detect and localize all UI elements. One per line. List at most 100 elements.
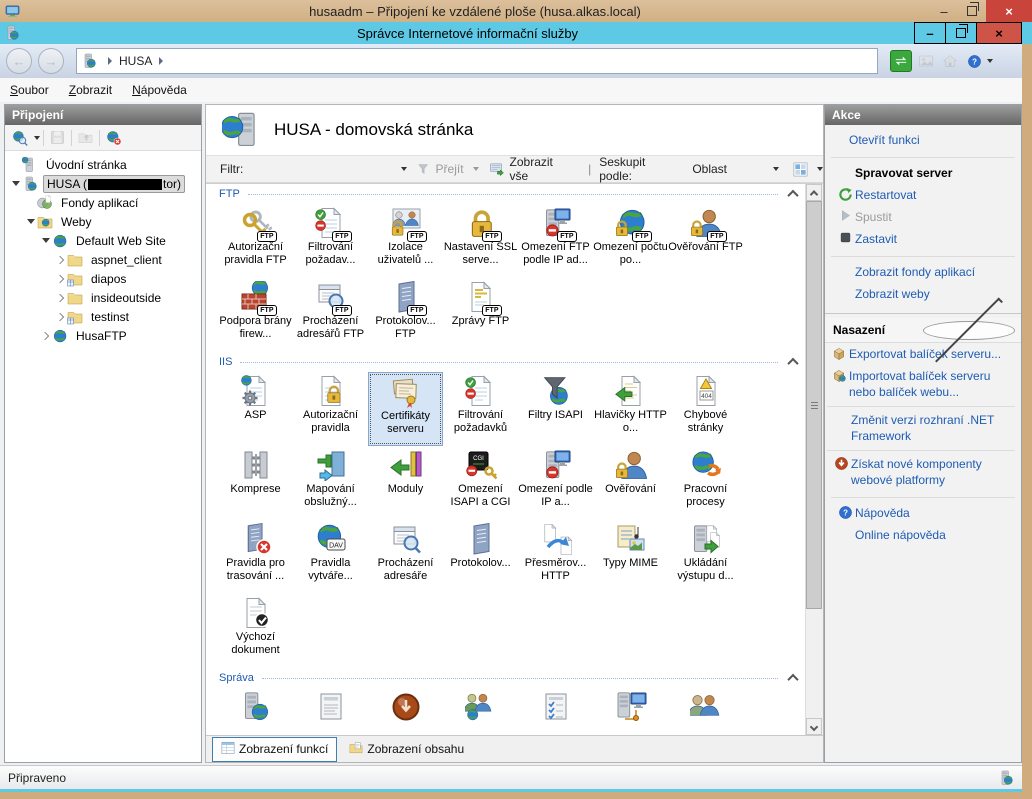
action-zobrazit-fondy-aplikac[interactable]: Zobrazit fondy aplikací	[831, 261, 1015, 283]
scroll-up-button[interactable]	[806, 184, 822, 201]
action-zastavit[interactable]: Zastavit	[831, 228, 1015, 250]
feature-chybov-str-nky[interactable]: 404Chybové stránky	[668, 372, 743, 446]
scrollbar-thumb[interactable]	[806, 201, 822, 609]
feature-servernet[interactable]	[593, 688, 668, 735]
breadcrumb[interactable]: HUSA	[76, 48, 878, 74]
tree-expander-icon[interactable]	[9, 174, 22, 193]
tree-item-weby[interactable]: Weby	[5, 212, 201, 231]
feature-checklist[interactable]	[518, 688, 593, 735]
menu-zobrazit[interactable]: Zobrazit	[59, 80, 122, 100]
feature-docplain[interactable]	[293, 688, 368, 735]
action-z-skat-nov-komponenty-webov-platformy[interactable]: Získat nové komponenty webové platformy	[827, 450, 1015, 491]
tree-expander-icon[interactable]	[54, 288, 67, 307]
back-button[interactable]: ←	[6, 48, 32, 74]
tree-item-testinst[interactable]: testinst	[5, 307, 201, 326]
show-all-button[interactable]: Zobrazit vše	[510, 155, 575, 183]
tree-item-vodn-str-nka[interactable]: Úvodní stránka	[5, 155, 201, 174]
app-minimize-button[interactable]: –	[914, 22, 946, 44]
section-collapse-button[interactable]	[923, 321, 1015, 340]
action-importovat-bal-ek-serveru-nebo-bal-ek-webu[interactable]: Importovat balíček serveru nebo balíček …	[825, 365, 1021, 403]
forward-button[interactable]: →	[38, 48, 64, 74]
create-connection-button[interactable]	[9, 128, 31, 148]
feature-autoriza-n-pravidla-ftp[interactable]: FTPAutorizační pravidla FTP	[218, 204, 293, 278]
breadcrumb-node[interactable]: HUSA	[119, 54, 152, 68]
tab-zobrazeni-funkci[interactable]: Zobrazení funkcí	[212, 737, 337, 762]
view-mode-caret-icon[interactable]	[817, 167, 823, 171]
help-button[interactable]: ?	[964, 51, 984, 71]
tree-expander-icon[interactable]	[54, 307, 67, 326]
feature-users2[interactable]	[668, 688, 743, 735]
feature-certifik-ty-serveru[interactable]: Certifikáty serveru	[368, 372, 443, 446]
action-zobrazit-weby[interactable]: Zobrazit weby	[831, 283, 1015, 305]
action-restartovat[interactable]: Restartovat	[831, 184, 1015, 206]
tree-item-husaftp[interactable]: HusaFTP	[5, 326, 201, 345]
feature-sphere[interactable]	[368, 688, 443, 735]
feature-pravidla-pro-trasov-n[interactable]: Pravidla pro trasování ...	[218, 520, 293, 594]
rdp-restore-button[interactable]	[958, 0, 986, 22]
feature-asp[interactable]: ASP	[218, 372, 293, 446]
action-online-n-pov-da[interactable]: Online nápověda	[831, 524, 1015, 546]
feature-omezen-po-tu-po[interactable]: FTPOmezení počtu po...	[593, 204, 668, 278]
section-collapse-button[interactable]	[786, 187, 800, 201]
feature-hlavi-ky-http-o[interactable]: Hlavičky HTTP o...	[593, 372, 668, 446]
feature-izolace-u-ivatel[interactable]: FTPIzolace uživatelů ...	[368, 204, 443, 278]
refresh-connection-button[interactable]	[890, 50, 912, 72]
feature-omezen-ftp-podle-ip-ad[interactable]: FTPOmezení FTP podle IP ad...	[518, 204, 593, 278]
feature-filtry-isapi[interactable]: Filtry ISAPI	[518, 372, 593, 446]
feature-omezen-isapi-a-cgi[interactable]: CGIOmezení ISAPI a CGI	[443, 446, 518, 520]
feature-proch-zen-adres-ftp[interactable]: FTPProcházení adresářů FTP	[293, 278, 368, 352]
breadcrumb-arrow-icon[interactable]	[159, 57, 163, 65]
create-connection-caret-icon[interactable]	[34, 136, 40, 140]
scroll-down-button[interactable]	[806, 718, 822, 735]
feature-omezen-podle-ip-a[interactable]: Omezení podle IP a...	[518, 446, 593, 520]
menu-napoveda[interactable]: Nápověda	[122, 80, 197, 100]
tree-expander-icon[interactable]	[54, 269, 67, 288]
feature-pracovn-procesy[interactable]: Pracovní procesy	[668, 446, 743, 520]
tree-item-husa-tor[interactable]: HUSA (tor)	[5, 174, 201, 193]
feature-protokolov-ftp[interactable]: FTPProtokolov... FTP	[368, 278, 443, 352]
feature-proch-zen-adres-e[interactable]: Procházení adresáře	[368, 520, 443, 594]
tree-item-aspnet-client[interactable]: aspnet_client	[5, 250, 201, 269]
feature-protokolov[interactable]: Protokolov...	[443, 520, 518, 594]
section-collapse-button[interactable]	[786, 671, 800, 685]
action-otev-t-funkci[interactable]: Otevřít funkci	[825, 129, 1021, 151]
feature-typy-mime[interactable]: Typy MIME	[593, 520, 668, 594]
feature-ov-ov-n-ftp[interactable]: FTPOvěřování FTP	[668, 204, 743, 278]
feature-usersglobe[interactable]	[443, 688, 518, 735]
rdp-minimize-button[interactable]: –	[930, 0, 958, 22]
tree-item-insideoutside[interactable]: insideoutside	[5, 288, 201, 307]
menu-soubor[interactable]: Soubor	[0, 80, 59, 100]
group-by-caret-icon[interactable]	[773, 167, 779, 171]
tree-expander-icon[interactable]	[39, 326, 52, 345]
tree-item-fondy-aplikac[interactable]: Fondy aplikací	[5, 193, 201, 212]
tree-expander-icon[interactable]	[24, 212, 37, 231]
feature-autoriza-n-pravidla[interactable]: Autorizační pravidla	[293, 372, 368, 446]
group-by-select[interactable]: Oblast	[692, 162, 727, 176]
app-close-button[interactable]: ×	[976, 22, 1022, 44]
feature-v-choz-dokument[interactable]: Výchozí dokument	[218, 594, 293, 668]
rdp-close-button[interactable]: ×	[986, 0, 1032, 22]
feature-nastaven-ssl-serve[interactable]: FTPNastavení SSL serve...	[443, 204, 518, 278]
tree-expander-icon[interactable]	[54, 250, 67, 269]
breadcrumb-arrow-icon[interactable]	[108, 57, 112, 65]
feature-mapov-n-obslu-n[interactable]: Mapování obslužný...	[293, 446, 368, 520]
tab-zobrazeni-obsahu[interactable]: Zobrazení obsahu	[341, 738, 472, 761]
feature-filtrov-n-po-adavk[interactable]: Filtrování požadavků	[443, 372, 518, 446]
tree-item-default-web-site[interactable]: Default Web Site	[5, 231, 201, 250]
feature-serverglobe[interactable]	[218, 688, 293, 735]
view-mode-button[interactable]	[793, 162, 808, 177]
filter-dropdown-caret-icon[interactable]	[401, 167, 407, 171]
feature-moduly[interactable]: Moduly	[368, 446, 443, 520]
app-restore-button[interactable]	[945, 22, 977, 44]
vertical-scrollbar[interactable]	[805, 184, 823, 735]
feature-ov-ov-n[interactable]: Ověřování	[593, 446, 668, 520]
action-n-pov-da[interactable]: ?Nápověda	[831, 502, 1015, 524]
action-zm-nit-verzi-rozhran-net-framework[interactable]: Změnit verzi rozhraní .NET Framework	[827, 406, 1015, 447]
tree-item-diapos[interactable]: diapos	[5, 269, 201, 288]
disconnect-button[interactable]	[103, 128, 125, 148]
tree-expander-icon[interactable]	[39, 231, 52, 250]
feature-ukl-d-n-v-stupu-d[interactable]: Ukládání výstupu d...	[668, 520, 743, 594]
feature-podpora-br-ny-firew[interactable]: FTPPodpora brány firew...	[218, 278, 293, 352]
action-exportovat-bal-ek-serveru[interactable]: Exportovat balíček serveru...	[825, 343, 1021, 365]
section-collapse-button[interactable]	[786, 355, 800, 369]
